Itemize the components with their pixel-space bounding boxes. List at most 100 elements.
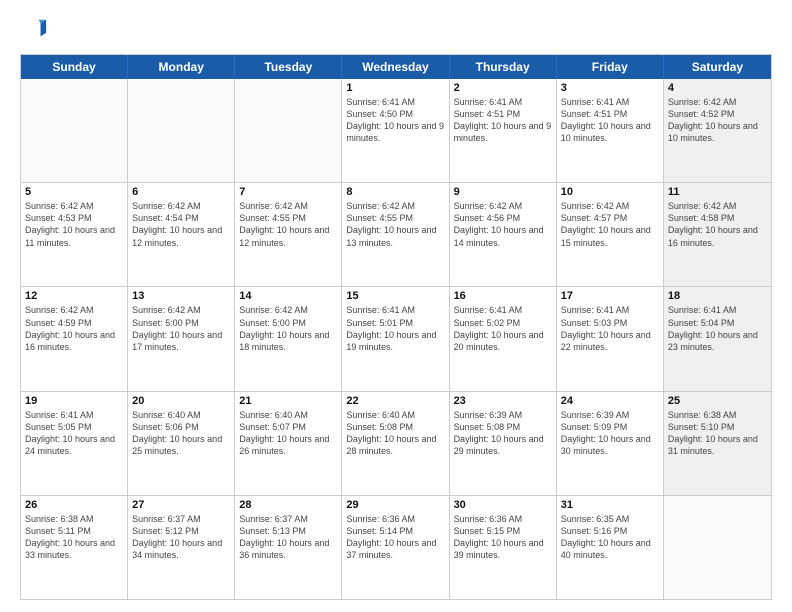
day-cell: 12Sunrise: 6:42 AM Sunset: 4:59 PM Dayli… — [21, 287, 128, 390]
day-cell: 21Sunrise: 6:40 AM Sunset: 5:07 PM Dayli… — [235, 392, 342, 495]
day-info: Sunrise: 6:39 AM Sunset: 5:09 PM Dayligh… — [561, 409, 659, 458]
day-cell: 8Sunrise: 6:42 AM Sunset: 4:55 PM Daylig… — [342, 183, 449, 286]
day-cell: 9 Sunrise: 6:42 AM Sunset: 4:56 PM Daylig… — [450, 183, 557, 286]
day-info: Sunrise: 6:41 AM Sunset: 4:51 PM Dayligh… — [454, 96, 552, 145]
day-cell — [235, 79, 342, 182]
day-info: Sunrise: 6:38 AM Sunset: 5:11 PM Dayligh… — [25, 513, 123, 562]
day-cell: 7 Sunrise: 6:42 AM Sunset: 4:55 PM Daylig… — [235, 183, 342, 286]
day-cell: 20 Sunrise: 6:40 AM Sunset: 5:06 PM Dayli… — [128, 392, 235, 495]
day-number: 1 — [346, 82, 444, 94]
week-row-1: 1 Sunrise: 6:41 AM Sunset: 4:50 PM Daylig… — [21, 79, 771, 183]
day-cell: 3 Sunrise: 6:41 AM Sunset: 4:51 PM Daylig… — [557, 79, 664, 182]
day-cell — [664, 496, 771, 599]
weekday-header-monday: Monday — [128, 55, 235, 79]
day-number: 18 — [668, 290, 767, 302]
day-cell: 29 Sunrise: 6:36 AM Sunset: 5:14 PM Dayli… — [342, 496, 449, 599]
day-cell — [21, 79, 128, 182]
day-cell: 1 Sunrise: 6:41 AM Sunset: 4:50 PM Daylig… — [342, 79, 449, 182]
day-cell: 23 Sunrise: 6:39 AM Sunset: 5:08 PM Dayli… — [450, 392, 557, 495]
day-number: 26 — [25, 499, 123, 511]
day-info: Sunrise: 6:42 AM Sunset: 5:00 PM Dayligh… — [239, 304, 337, 353]
weekday-header-sunday: Sunday — [21, 55, 128, 79]
day-info: Sunrise: 6:42 AM Sunset: 4:56 PM Dayligh… — [454, 200, 552, 249]
day-info: Sunrise: 6:35 AM Sunset: 5:16 PM Dayligh… — [561, 513, 659, 562]
day-number: 20 — [132, 395, 230, 407]
day-cell: 27 Sunrise: 6:37 AM Sunset: 5:12 PM Dayli… — [128, 496, 235, 599]
day-number: 15 — [346, 290, 444, 302]
weekday-header-tuesday: Tuesday — [235, 55, 342, 79]
calendar: SundayMondayTuesdayWednesdayThursdayFrid… — [20, 54, 772, 600]
week-row-3: 12Sunrise: 6:42 AM Sunset: 4:59 PM Dayli… — [21, 287, 771, 391]
weekday-header-saturday: Saturday — [664, 55, 771, 79]
header — [20, 16, 772, 44]
calendar-header: SundayMondayTuesdayWednesdayThursdayFrid… — [21, 55, 771, 79]
day-number: 28 — [239, 499, 337, 511]
day-number: 25 — [668, 395, 767, 407]
day-cell: 25 Sunrise: 6:38 AM Sunset: 5:10 PM Dayli… — [664, 392, 771, 495]
weekday-header-friday: Friday — [557, 55, 664, 79]
day-info: Sunrise: 6:41 AM Sunset: 4:51 PM Dayligh… — [561, 96, 659, 145]
page: SundayMondayTuesdayWednesdayThursdayFrid… — [0, 0, 792, 612]
day-info: Sunrise: 6:42 AM Sunset: 4:52 PM Dayligh… — [668, 96, 767, 145]
day-cell: 17 Sunrise: 6:41 AM Sunset: 5:03 PM Dayli… — [557, 287, 664, 390]
day-info: Sunrise: 6:41 AM Sunset: 5:02 PM Dayligh… — [454, 304, 552, 353]
week-row-2: 5Sunrise: 6:42 AM Sunset: 4:53 PM Daylig… — [21, 183, 771, 287]
day-number: 17 — [561, 290, 659, 302]
day-cell: 5Sunrise: 6:42 AM Sunset: 4:53 PM Daylig… — [21, 183, 128, 286]
day-number: 29 — [346, 499, 444, 511]
day-number: 4 — [668, 82, 767, 94]
day-cell: 6 Sunrise: 6:42 AM Sunset: 4:54 PM Daylig… — [128, 183, 235, 286]
day-cell: 22 Sunrise: 6:40 AM Sunset: 5:08 PM Dayli… — [342, 392, 449, 495]
day-number: 19 — [25, 395, 123, 407]
day-info: Sunrise: 6:39 AM Sunset: 5:08 PM Dayligh… — [454, 409, 552, 458]
day-info: Sunrise: 6:42 AM Sunset: 4:55 PM Dayligh… — [239, 200, 337, 249]
day-cell: 10Sunrise: 6:42 AM Sunset: 4:57 PM Dayli… — [557, 183, 664, 286]
day-info: Sunrise: 6:40 AM Sunset: 5:06 PM Dayligh… — [132, 409, 230, 458]
day-number: 27 — [132, 499, 230, 511]
day-number: 22 — [346, 395, 444, 407]
day-info: Sunrise: 6:42 AM Sunset: 5:00 PM Dayligh… — [132, 304, 230, 353]
weekday-header-thursday: Thursday — [450, 55, 557, 79]
day-info: Sunrise: 6:42 AM Sunset: 4:58 PM Dayligh… — [668, 200, 767, 249]
day-info: Sunrise: 6:36 AM Sunset: 5:14 PM Dayligh… — [346, 513, 444, 562]
day-cell: 13 Sunrise: 6:42 AM Sunset: 5:00 PM Dayli… — [128, 287, 235, 390]
day-number: 2 — [454, 82, 552, 94]
day-info: Sunrise: 6:42 AM Sunset: 4:57 PM Dayligh… — [561, 200, 659, 249]
day-cell — [128, 79, 235, 182]
day-number: 9 — [454, 186, 552, 198]
day-number: 7 — [239, 186, 337, 198]
day-cell: 28 Sunrise: 6:37 AM Sunset: 5:13 PM Dayli… — [235, 496, 342, 599]
day-number: 6 — [132, 186, 230, 198]
day-cell: 26 Sunrise: 6:38 AM Sunset: 5:11 PM Dayli… — [21, 496, 128, 599]
day-cell: 14 Sunrise: 6:42 AM Sunset: 5:00 PM Dayli… — [235, 287, 342, 390]
day-cell: 11Sunrise: 6:42 AM Sunset: 4:58 PM Dayli… — [664, 183, 771, 286]
day-info: Sunrise: 6:41 AM Sunset: 5:03 PM Dayligh… — [561, 304, 659, 353]
day-cell: 19 Sunrise: 6:41 AM Sunset: 5:05 PM Dayli… — [21, 392, 128, 495]
day-info: Sunrise: 6:40 AM Sunset: 5:08 PM Dayligh… — [346, 409, 444, 458]
day-number: 31 — [561, 499, 659, 511]
week-row-5: 26 Sunrise: 6:38 AM Sunset: 5:11 PM Dayli… — [21, 496, 771, 599]
day-cell: 15 Sunrise: 6:41 AM Sunset: 5:01 PM Dayli… — [342, 287, 449, 390]
day-info: Sunrise: 6:37 AM Sunset: 5:12 PM Dayligh… — [132, 513, 230, 562]
day-info: Sunrise: 6:38 AM Sunset: 5:10 PM Dayligh… — [668, 409, 767, 458]
day-number: 23 — [454, 395, 552, 407]
day-number: 12 — [25, 290, 123, 302]
day-number: 13 — [132, 290, 230, 302]
day-info: Sunrise: 6:40 AM Sunset: 5:07 PM Dayligh… — [239, 409, 337, 458]
day-cell: 2 Sunrise: 6:41 AM Sunset: 4:51 PM Daylig… — [450, 79, 557, 182]
day-cell: 30Sunrise: 6:36 AM Sunset: 5:15 PM Dayli… — [450, 496, 557, 599]
day-info: Sunrise: 6:41 AM Sunset: 4:50 PM Dayligh… — [346, 96, 444, 145]
day-info: Sunrise: 6:42 AM Sunset: 4:54 PM Dayligh… — [132, 200, 230, 249]
day-cell: 31 Sunrise: 6:35 AM Sunset: 5:16 PM Dayli… — [557, 496, 664, 599]
day-info: Sunrise: 6:41 AM Sunset: 5:01 PM Dayligh… — [346, 304, 444, 353]
day-number: 14 — [239, 290, 337, 302]
logo — [20, 16, 52, 44]
day-cell: 16Sunrise: 6:41 AM Sunset: 5:02 PM Dayli… — [450, 287, 557, 390]
day-info: Sunrise: 6:37 AM Sunset: 5:13 PM Dayligh… — [239, 513, 337, 562]
calendar-body: 1 Sunrise: 6:41 AM Sunset: 4:50 PM Daylig… — [21, 79, 771, 599]
day-info: Sunrise: 6:41 AM Sunset: 5:05 PM Dayligh… — [25, 409, 123, 458]
weekday-header-wednesday: Wednesday — [342, 55, 449, 79]
day-info: Sunrise: 6:42 AM Sunset: 4:53 PM Dayligh… — [25, 200, 123, 249]
day-number: 30 — [454, 499, 552, 511]
day-number: 3 — [561, 82, 659, 94]
